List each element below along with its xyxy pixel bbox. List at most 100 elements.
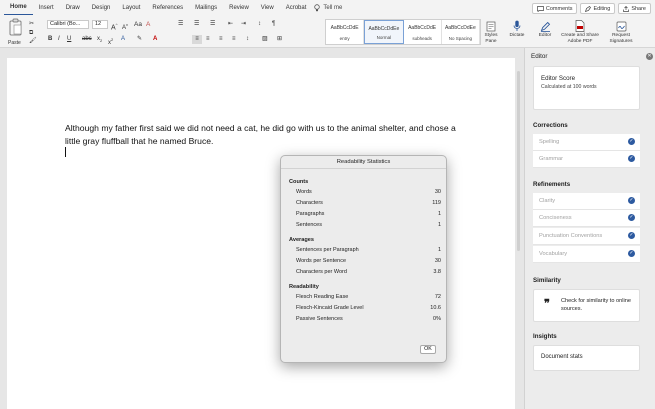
stat-value: 1 [437, 247, 441, 253]
request-signatures-button[interactable]: Request Signatures [604, 19, 638, 44]
style-name: subheads [412, 36, 432, 41]
similarity-card[interactable]: ❞ Check for similarity to online sources… [533, 289, 640, 322]
stat-label: Flesch-Kincaid Grade Level [296, 305, 364, 311]
readability-header: Readability [289, 284, 319, 290]
similarity-header: Similarity [533, 277, 561, 284]
editor-score-card[interactable]: Editor Score Calculated at 100 words [533, 66, 640, 110]
paste-button[interactable] [6, 18, 26, 38]
refinements-header: Refinements [533, 181, 571, 188]
shading-icon[interactable]: ▨ [262, 35, 268, 44]
subscript-icon[interactable]: x2 [97, 35, 102, 45]
refinement-item-punctuation[interactable]: Punctuation Conventions ✓ [533, 228, 640, 245]
item-label: Spelling [539, 139, 560, 145]
stat-label: Flesch Reading Ease [296, 294, 349, 300]
stat-row: Words per Sentence 30 [296, 258, 441, 266]
sort-icon[interactable]: ↕ [258, 20, 261, 29]
clear-formatting-icon[interactable]: A [146, 20, 150, 29]
document-scrollbar[interactable] [517, 71, 520, 251]
check-icon: ✓ [628, 232, 635, 239]
correction-item-spelling[interactable]: Spelling ✓ [533, 134, 640, 151]
grow-font-icon[interactable]: A^ [111, 20, 118, 32]
close-icon[interactable]: ✕ [646, 53, 653, 60]
dictate-button[interactable]: Dictate [504, 19, 530, 39]
font-name-dropdown[interactable]: Calibri (Bo... [47, 20, 89, 29]
editor-pen-icon [540, 21, 550, 32]
document-paragraph[interactable]: Although my father first said we did not… [65, 122, 465, 147]
check-icon: ✓ [628, 197, 635, 204]
stat-row: Passive Sentences 0% [296, 316, 441, 324]
cut-icon[interactable]: ✂ [29, 20, 34, 29]
change-case-icon[interactable]: Aa [134, 20, 142, 29]
align-center-icon[interactable]: ≡ [206, 35, 210, 44]
shrink-font-icon[interactable]: Av [122, 20, 128, 33]
show-formatting-icon[interactable]: ¶ [272, 20, 275, 29]
tab-review[interactable]: Review [223, 0, 255, 16]
tab-references[interactable]: References [146, 0, 189, 16]
style-normal[interactable]: AaBbCcDdEe Normal [364, 20, 404, 44]
font-size-dropdown[interactable]: 12 [92, 20, 108, 29]
style-entry[interactable]: AaBbCcDdE entry [326, 20, 365, 44]
style-subheads[interactable]: AaBbCcDdE subheads [404, 20, 442, 44]
tab-acrobat[interactable]: Acrobat [280, 0, 313, 16]
align-left-icon[interactable]: ≡ [192, 35, 202, 44]
stat-row: Words 30 [296, 189, 441, 197]
tab-mailings[interactable]: Mailings [189, 0, 223, 16]
stat-label: Characters [296, 200, 323, 206]
borders-icon[interactable]: ⊞ [277, 35, 282, 44]
increase-indent-icon[interactable]: ⇥ [241, 20, 246, 29]
stat-label: Words [296, 189, 312, 195]
stat-row: Paragraphs 1 [296, 211, 441, 219]
stat-row: Sentences 1 [296, 222, 441, 230]
justify-icon[interactable]: ≡ [232, 35, 236, 44]
share-label: Share [631, 5, 646, 12]
comments-button[interactable]: Comments [531, 3, 578, 14]
refinement-item-conciseness[interactable]: Conciseness ✓ [533, 210, 640, 227]
italic-icon[interactable]: I [58, 35, 60, 44]
tab-home[interactable]: Home [4, 1, 33, 15]
underline-icon[interactable]: U [67, 35, 71, 44]
create-share-pdf-button[interactable]: Create and Share Adobe PDF [560, 19, 600, 44]
align-right-icon[interactable]: ≡ [219, 35, 223, 44]
editor-score-title: Editor Score [541, 75, 576, 82]
ok-button[interactable]: OK [420, 345, 436, 354]
stat-value: 1 [437, 222, 441, 228]
item-label: Clarity [539, 198, 556, 204]
tell-me-search[interactable]: Tell me [314, 4, 342, 12]
strikethrough-icon[interactable]: abc [82, 35, 92, 44]
superscript-icon[interactable]: x2 [108, 35, 113, 48]
editor-pane: Editor ✕ Editor Score Calculated at 100 … [524, 48, 655, 409]
tab-view[interactable]: View [255, 0, 280, 16]
correction-item-grammar[interactable]: Grammar ✓ [533, 151, 640, 168]
tab-draw[interactable]: Draw [60, 0, 86, 16]
bullets-icon[interactable]: ☰ [178, 20, 183, 29]
editing-button[interactable]: Editing [580, 3, 616, 14]
stat-row: Characters per Word 3.8 [296, 269, 441, 277]
editor-button[interactable]: Editor [532, 19, 558, 39]
refinement-item-clarity[interactable]: Clarity ✓ [533, 193, 640, 210]
stat-value: 72 [434, 294, 441, 300]
multilevel-list-icon[interactable]: ☰ [210, 20, 215, 29]
averages-header: Averages [289, 237, 314, 243]
style-no-spacing[interactable]: AaBbCcDdEe No Spacing [442, 20, 480, 44]
share-button[interactable]: Share [618, 3, 651, 14]
readability-statistics-dialog: Readability Statistics Counts Words 30 Ch… [280, 155, 447, 363]
item-label: Vocabulary [539, 251, 568, 257]
format-painter-icon[interactable]: 🖌 [29, 37, 37, 46]
line-spacing-icon[interactable]: ↕ [246, 35, 249, 44]
tab-insert[interactable]: Insert [33, 0, 60, 16]
refinement-item-vocabulary[interactable]: Vocabulary ✓ [533, 246, 640, 263]
check-icon: ✓ [628, 138, 635, 145]
tab-layout[interactable]: Layout [116, 0, 146, 16]
font-color-icon[interactable]: A [153, 35, 157, 44]
bold-icon[interactable]: B [48, 35, 52, 44]
styles-pane-button[interactable]: Styles Pane [480, 19, 502, 44]
highlight-icon[interactable]: ✎ [137, 35, 142, 44]
style-name: No Spacing [448, 36, 472, 41]
stat-label: Sentences per Paragraph [296, 247, 359, 253]
tab-design[interactable]: Design [86, 0, 117, 16]
text-effects-icon[interactable]: A [121, 35, 125, 44]
decrease-indent-icon[interactable]: ⇤ [228, 20, 233, 29]
document-stats-card[interactable]: Document stats [533, 345, 640, 371]
numbering-icon[interactable]: ☰ [194, 20, 199, 29]
paste-label: Paste [8, 40, 21, 46]
